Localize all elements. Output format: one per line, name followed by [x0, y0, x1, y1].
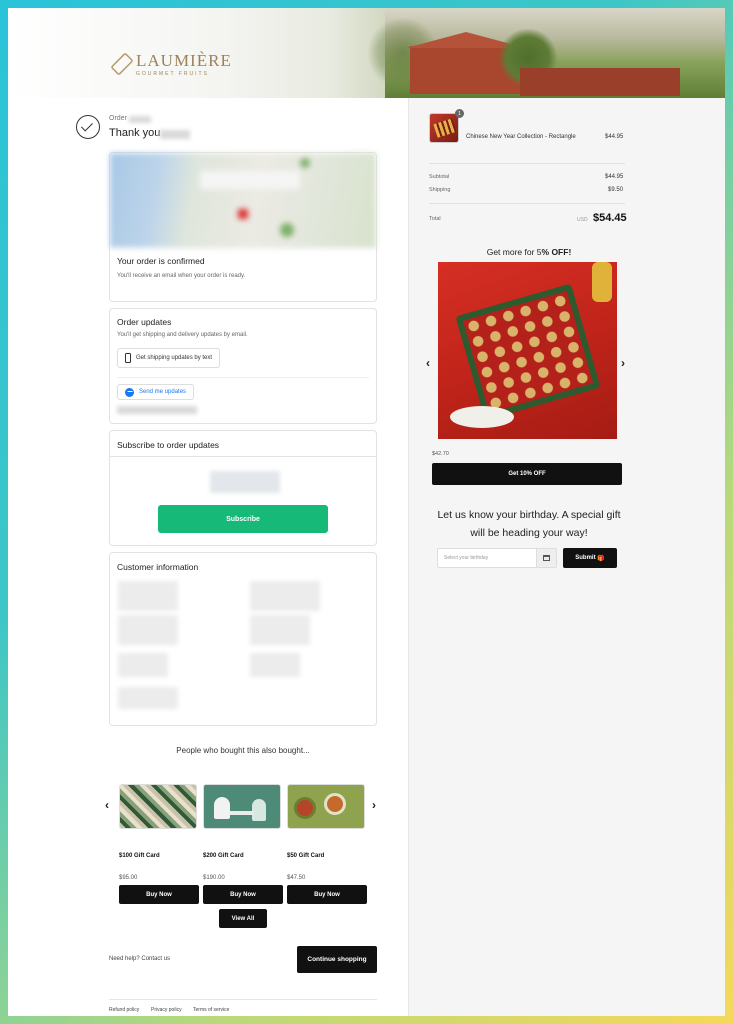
buy-now-button-2[interactable]: Buy Now: [203, 885, 283, 904]
rec-name-3[interactable]: $50 Gift Card: [287, 853, 324, 859]
redacted-billing-address: [250, 615, 310, 645]
redacted-shipping-method: [118, 653, 168, 677]
promo-title: Get more for 5% OFF!: [409, 247, 649, 257]
customer-info-card: Customer information: [109, 552, 377, 726]
subtotal-value: $44.95: [605, 174, 624, 180]
rec-card-1[interactable]: [119, 784, 199, 829]
gift-card-image[interactable]: [119, 784, 197, 829]
redacted-widget: [210, 471, 280, 493]
thank-you-heading: Thank you: [109, 127, 161, 139]
delivery-map[interactable]: [110, 153, 376, 248]
subscribe-card: Subscribe to order updates Subscribe: [109, 430, 377, 546]
redacted-extra: [118, 687, 178, 709]
lantern-decoration: [592, 262, 612, 302]
product-thumbnail: [429, 113, 459, 143]
updates-divider: [117, 377, 369, 378]
birthday-placeholder: Select your birthday: [444, 555, 489, 561]
order-label: Order: [109, 115, 127, 122]
redacted-shipping-address: [118, 615, 178, 645]
updates-title: Order updates: [117, 317, 172, 327]
check-circle-icon: [76, 115, 100, 139]
promo-prev-arrow[interactable]: ‹: [426, 356, 430, 370]
rec-name-2[interactable]: $200 Gift Card: [203, 853, 244, 859]
get-discount-button[interactable]: Get 10% OFF: [432, 463, 622, 485]
shipping-label: Shipping: [429, 187, 451, 193]
promo-price: $42.70: [432, 451, 449, 457]
redacted-contact: [118, 581, 178, 611]
product-name: Chinese New Year Collection - Rectangle: [466, 134, 576, 140]
footer-divider: [109, 999, 377, 1000]
order-updates-card: Order updates You'll get shipping and de…: [109, 308, 377, 424]
refund-policy-link[interactable]: Refund policy: [109, 1007, 139, 1013]
promo-product-image[interactable]: [438, 262, 617, 439]
recs-next-arrow[interactable]: ›: [372, 798, 376, 812]
total-value: $54.45: [593, 212, 627, 224]
text-updates-label: Get shipping updates by text: [136, 355, 213, 361]
text-updates-button[interactable]: Get shipping updates by text: [117, 348, 221, 368]
continue-shopping-button[interactable]: Continue shopping: [297, 946, 377, 973]
order-confirmed-card: Your order is confirmed You'll receive a…: [109, 152, 377, 302]
subtotal-label: Subtotal: [429, 174, 450, 180]
confirmed-title: Your order is confirmed: [117, 256, 205, 266]
page-frame: LAUMIÈRE GOURMET FRUITS Order Thank you …: [8, 8, 725, 1016]
promo-next-arrow[interactable]: ›: [621, 356, 625, 370]
phone-icon: [125, 353, 131, 363]
calendar-icon[interactable]: [536, 549, 556, 567]
order-summary: 1 Chinese New Year Collection - Rectangl…: [408, 98, 725, 1016]
privacy-policy-link[interactable]: Privacy policy: [151, 1007, 182, 1013]
quantity-badge: 1: [455, 109, 464, 118]
need-help-link[interactable]: Need help? Contact us: [109, 956, 170, 962]
plate-decoration: [450, 406, 514, 428]
gift-card-image[interactable]: [203, 784, 281, 829]
gift-card-image[interactable]: [287, 784, 365, 829]
customer-info-title: Customer information: [117, 562, 199, 572]
rec-card-3[interactable]: [287, 784, 367, 829]
subscribe-title: Subscribe to order updates: [117, 440, 220, 450]
summary-divider-2: [429, 203, 625, 204]
messenger-label: Send me updates: [139, 389, 187, 395]
promo-title-bold: % OFF!: [541, 247, 572, 257]
order-number-redacted: [129, 116, 151, 123]
rec-card-2[interactable]: [203, 784, 283, 829]
total-label: Total: [429, 216, 441, 222]
subscribe-button[interactable]: Subscribe: [158, 505, 328, 533]
main-content: Order Thank you Your order is confirmed …: [8, 98, 408, 1016]
birthday-input[interactable]: Select your birthday: [437, 548, 557, 568]
header-banner: LAUMIÈRE GOURMET FRUITS: [8, 8, 725, 98]
messenger-icon: [125, 387, 134, 397]
recs-prev-arrow[interactable]: ‹: [105, 798, 109, 812]
subscribe-divider: [110, 456, 376, 457]
updates-subtitle: You'll get shipping and delivery updates…: [117, 332, 248, 338]
recommendations-title: People who bought this also bought...: [176, 746, 310, 755]
rec-price-3: $47.50: [287, 875, 306, 881]
birthday-submit-button[interactable]: Submit 🎁: [563, 548, 617, 568]
customer-name-redacted: [160, 130, 190, 139]
rec-name-1[interactable]: $100 Gift Card: [119, 853, 160, 859]
brand-name: LAUMIÈRE: [136, 51, 232, 70]
messenger-button[interactable]: Send me updates: [117, 384, 195, 400]
redacted-billing-method: [250, 653, 300, 677]
buy-now-button-1[interactable]: Buy Now: [119, 885, 199, 904]
currency-label: USD: [577, 217, 588, 223]
terms-of-service-link[interactable]: Terms of service: [193, 1007, 229, 1013]
promo-title-prefix: Get more for 5: [486, 247, 542, 257]
birthday-title: Let us know your birthday. A special gif…: [437, 509, 621, 539]
brand-logo[interactable]: LAUMIÈRE GOURMET FRUITS: [110, 50, 232, 78]
rec-price-1: $95.00: [119, 875, 138, 881]
chocolate-box: [455, 283, 601, 421]
submit-label: Submit: [575, 555, 596, 561]
gift-icon: 🎁: [597, 555, 605, 562]
view-all-button[interactable]: View All: [219, 909, 267, 928]
summary-divider: [429, 163, 625, 164]
confirmed-subtitle: You'll receive an email when your order …: [117, 273, 246, 279]
product-price: $44.95: [605, 134, 624, 140]
redacted-info: [117, 406, 197, 414]
buy-now-button-3[interactable]: Buy Now: [287, 885, 367, 904]
rec-price-2: $190.00: [203, 875, 225, 881]
shipping-value: $9.50: [608, 187, 624, 193]
logo-mark-icon: [110, 52, 134, 76]
redacted-payment: [250, 581, 320, 611]
brand-tagline: GOURMET FRUITS: [136, 71, 209, 77]
banner-barn-2: [520, 68, 680, 96]
